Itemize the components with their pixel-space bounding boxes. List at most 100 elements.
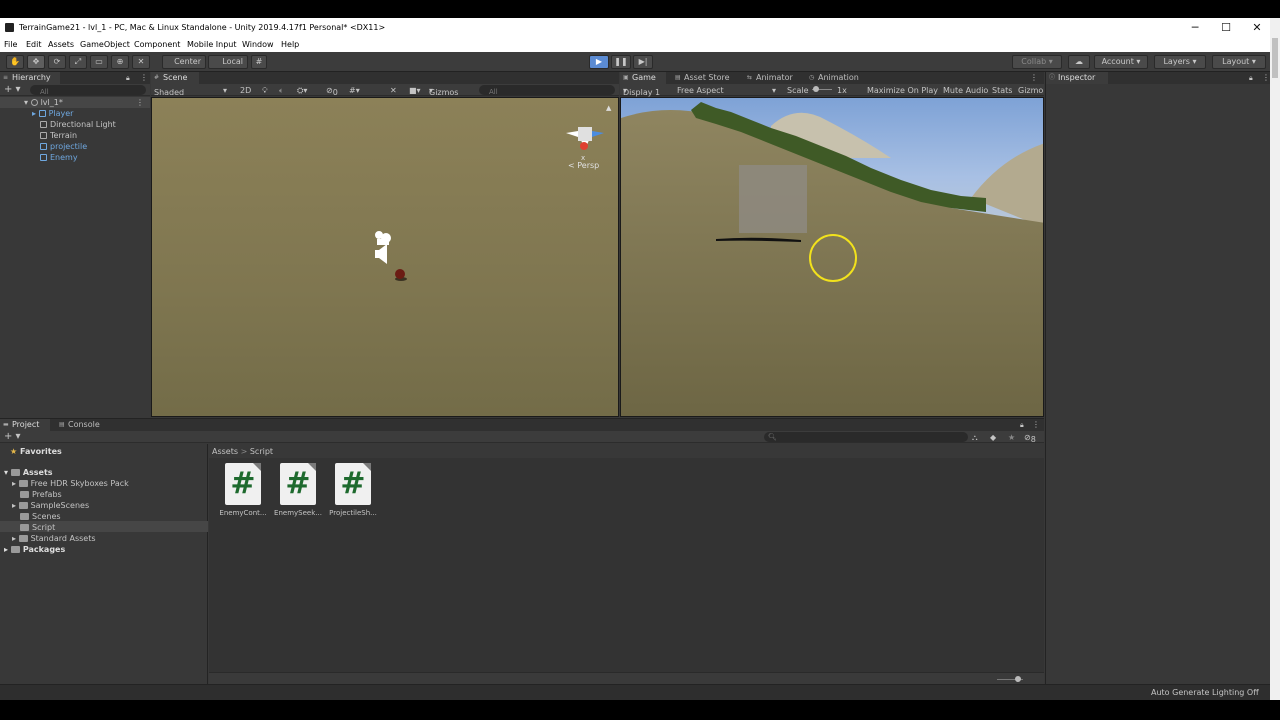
shading-dropdown-arrow-icon[interactable]: ▾ <box>223 86 227 95</box>
tab-scene[interactable]: # Scene <box>151 72 199 84</box>
game-viewport[interactable] <box>620 97 1044 417</box>
icon-size-slider-handle[interactable] <box>1015 676 1021 682</box>
gizmo-lock-icon[interactable]: ▲ <box>606 104 611 112</box>
favorites-item[interactable]: ★ Favorites <box>10 446 62 457</box>
menu-edit[interactable]: Edit <box>26 40 42 49</box>
lock-icon[interactable]: 🔒︎ <box>126 74 130 83</box>
game-gizmos-toggle[interactable]: Gizmo <box>1018 86 1043 95</box>
tab-animation[interactable]: ◷ Animation <box>806 72 863 84</box>
tab-project[interactable]: ▬ Project <box>0 419 50 431</box>
play-button[interactable]: ▶ <box>589 55 609 69</box>
tree-item-free-hdr-skyboxes[interactable]: ▸ Free HDR Skyboxes Pack <box>12 478 129 489</box>
display-dropdown[interactable]: Display 1 ▾ <box>623 86 660 97</box>
close-button[interactable]: ✕ <box>1242 20 1270 36</box>
hierarchy-item-player[interactable]: ▸ Player <box>32 108 73 119</box>
hidden-objects-icon[interactable]: ⊘ 0 <box>326 86 338 97</box>
effects-dropdown-icon[interactable]: ⛭▾ <box>297 86 307 96</box>
project-menu-icon[interactable]: ⋮ <box>1032 420 1040 429</box>
transform-tool-icon[interactable]: ⊕ <box>111 55 129 69</box>
tab-game[interactable]: ▣ Game <box>620 72 666 84</box>
aspect-dropdown[interactable]: Free Aspect <box>677 86 724 95</box>
tree-item-prefabs[interactable]: Prefabs <box>20 489 62 500</box>
status-lighting-text[interactable]: Auto Generate Lighting Off <box>1151 688 1259 697</box>
hidden-packages-icon[interactable]: ⊘ 8 <box>1024 433 1036 444</box>
hierarchy-item-projectile[interactable]: projectile <box>40 141 87 152</box>
tree-item-packages[interactable]: ▸ Packages <box>4 544 65 555</box>
tree-item-script[interactable]: Script <box>20 522 55 533</box>
scene-menu-icon[interactable]: ⋮ <box>136 97 144 108</box>
stats-toggle[interactable]: Stats <box>992 86 1012 95</box>
outer-scrollbar-thumb[interactable] <box>1272 38 1278 78</box>
project-search-input[interactable]: 🔍︎ <box>764 432 968 442</box>
hierarchy-item-enemy[interactable]: Enemy <box>40 152 78 163</box>
scale-tool-icon[interactable]: ⤢ <box>69 55 87 69</box>
scene-viewport[interactable]: x ▲ < Persp <box>151 97 619 417</box>
gizmos-dropdown[interactable]: Gizmos ▾ <box>429 86 458 97</box>
menu-mobile-input[interactable]: Mobile Input <box>187 40 237 49</box>
maximize-button[interactable]: ☐ <box>1211 20 1241 36</box>
account-dropdown[interactable]: Account ▾ <box>1094 55 1148 69</box>
projection-toggle[interactable]: < Persp <box>568 161 599 170</box>
scale-slider-handle[interactable] <box>813 86 819 92</box>
minimize-button[interactable]: ─ <box>1180 20 1210 36</box>
asset-enemy-seeker[interactable]: # EnemySeek... <box>272 463 324 517</box>
menu-gameobject[interactable]: GameObject <box>80 40 130 49</box>
menu-help[interactable]: Help <box>281 40 299 49</box>
layout-dropdown[interactable]: Layout ▾ <box>1212 55 1266 69</box>
lighting-toggle-icon[interactable]: 💡︎ <box>262 86 268 96</box>
breadcrumb-assets[interactable]: Assets <box>212 447 238 456</box>
step-button[interactable]: ▶| <box>633 55 653 69</box>
menu-window[interactable]: Window <box>242 40 274 49</box>
project-lock-icon[interactable]: 🔒︎ <box>1020 421 1024 430</box>
aspect-dropdown-arrow-icon[interactable]: ▾ <box>772 86 776 95</box>
audio-toggle-icon[interactable]: 🔈︎ <box>279 86 284 96</box>
2d-toggle[interactable]: 2D <box>240 86 251 95</box>
scene-grid-toggle-icon[interactable]: #▾ <box>349 86 360 95</box>
search-by-label-icon[interactable]: ◆ <box>990 433 996 442</box>
tab-inspector[interactable]: ⓘ Inspector <box>1046 72 1108 84</box>
custom-tool-icon[interactable]: ✕ <box>132 55 150 69</box>
pause-button[interactable]: ❚❚ <box>611 55 631 69</box>
pivot-center-button[interactable]: Center <box>162 55 206 69</box>
grid-snap-icon[interactable]: # <box>251 55 267 69</box>
game-menu-icon[interactable]: ⋮ <box>1030 73 1038 82</box>
move-tool-icon[interactable]: ✥ <box>27 55 45 69</box>
rect-tool-icon[interactable]: ▭ <box>90 55 108 69</box>
hierarchy-item-directional-light[interactable]: Directional Light <box>40 119 116 130</box>
create-add-icon[interactable]: + ▾ <box>4 84 21 95</box>
tools-icon[interactable]: ✕ <box>390 86 397 95</box>
outer-scrollbar[interactable] <box>1270 18 1280 700</box>
collab-button[interactable]: Collab ▾ <box>1012 55 1062 69</box>
tree-item-assets[interactable]: ▾ Assets <box>4 467 53 478</box>
layers-dropdown[interactable]: Layers ▾ <box>1154 55 1206 69</box>
hierarchy-item-terrain[interactable]: Terrain <box>40 130 77 141</box>
panel-menu-icon[interactable]: ⋮ <box>140 73 148 82</box>
tree-item-samplescenes[interactable]: ▸ SampleScenes <box>12 500 89 511</box>
mute-audio-toggle[interactable]: Mute Audio <box>943 86 988 95</box>
tree-item-standard-assets[interactable]: ▸ Standard Assets <box>12 533 96 544</box>
camera-dropdown-icon[interactable]: ■▾ <box>409 86 421 95</box>
menu-assets[interactable]: Assets <box>48 40 74 49</box>
inspector-menu-icon[interactable]: ⋮ <box>1262 73 1270 82</box>
tab-animator[interactable]: ⇆ Animator <box>744 72 797 84</box>
asset-enemy-controller[interactable]: # EnemyCont... <box>217 463 269 517</box>
asset-projectile-shooter[interactable]: # ProjectileSh... <box>327 463 379 517</box>
tab-asset-store[interactable]: ▤ Asset Store <box>672 72 734 84</box>
tab-hierarchy[interactable]: ≡ Hierarchy <box>0 72 60 84</box>
hierarchy-search-input[interactable]: All <box>30 85 146 96</box>
breadcrumb-script[interactable]: Script <box>250 447 273 456</box>
hand-tool-icon[interactable]: ✋ <box>6 55 24 69</box>
search-by-type-icon[interactable]: ⛬ <box>972 433 978 443</box>
pivot-local-button[interactable]: Local <box>208 55 248 69</box>
tab-console[interactable]: ▤ Console <box>56 419 104 431</box>
project-create-icon[interactable]: + ▾ <box>4 431 21 442</box>
scene-root-row[interactable]: ▾ lvl_1* ⋮ <box>0 97 150 108</box>
inspector-lock-icon[interactable]: 🔒︎ <box>1249 74 1253 83</box>
cloud-icon[interactable]: ☁ <box>1068 55 1090 69</box>
scene-search-input[interactable]: All <box>479 85 615 96</box>
favorite-star-icon[interactable]: ★ <box>1008 433 1015 442</box>
maximize-on-play-toggle[interactable]: Maximize On Play <box>867 86 938 95</box>
menu-file[interactable]: File <box>4 40 17 49</box>
rotate-tool-icon[interactable]: ⟳ <box>48 55 66 69</box>
menu-component[interactable]: Component <box>134 40 180 49</box>
